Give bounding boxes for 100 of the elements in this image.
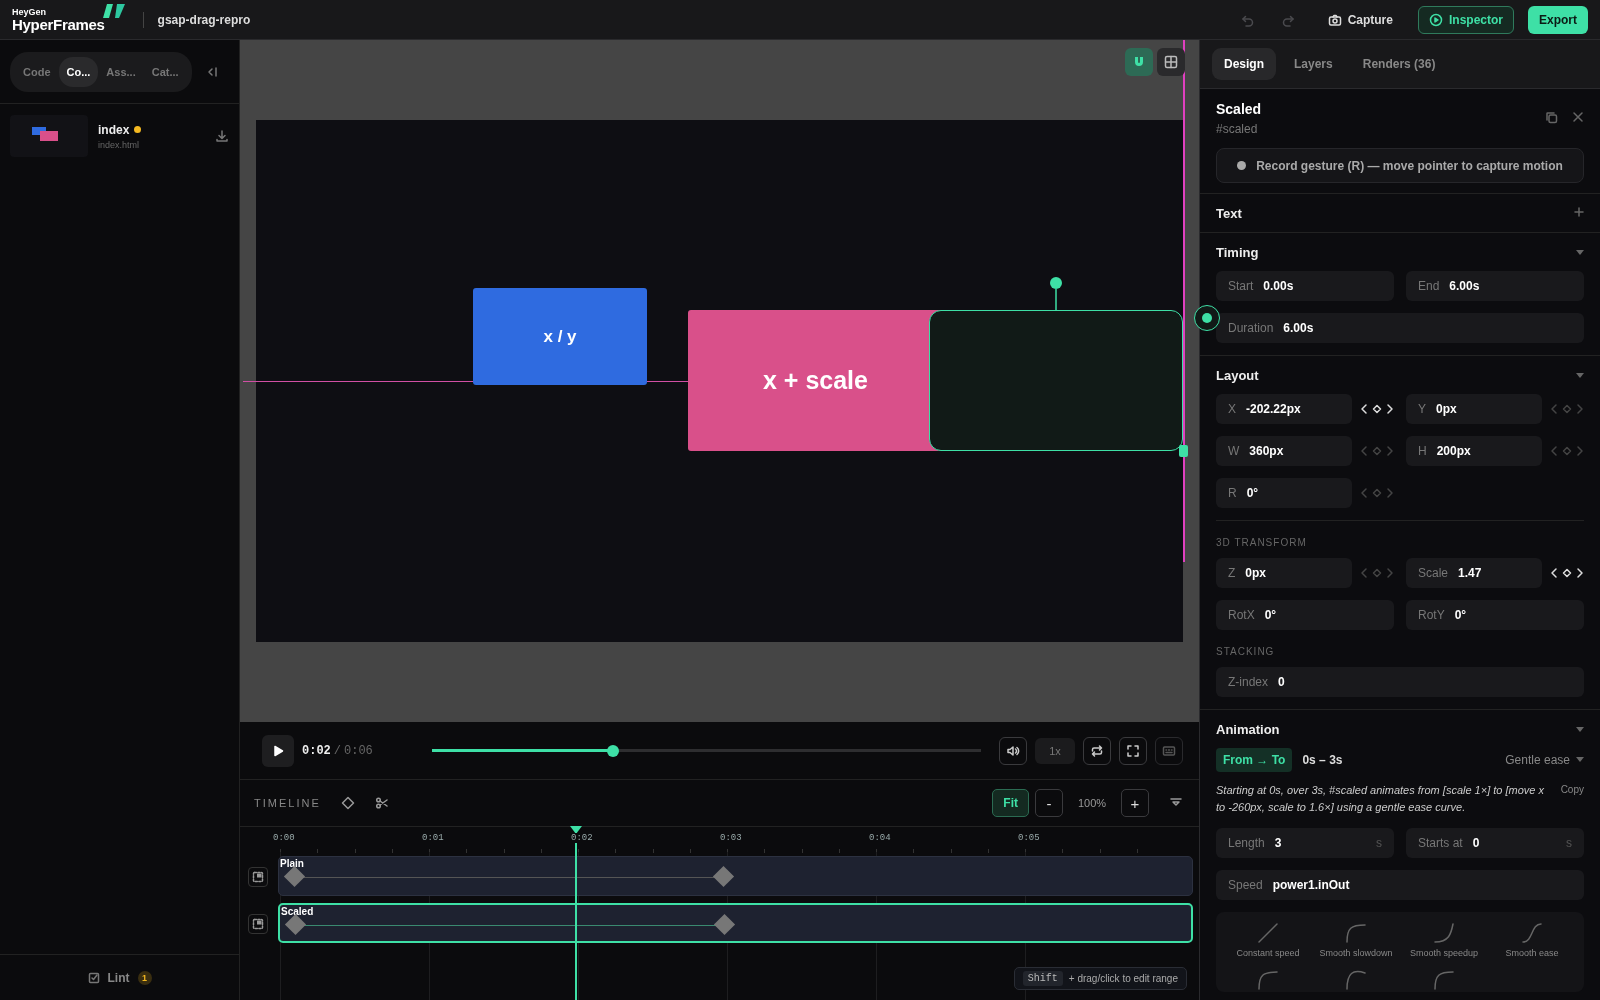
preset-label[interactable]: Smooth slowdown [1319, 948, 1393, 958]
lint-button[interactable]: Lint 1 [0, 954, 239, 1000]
time-range: 0s – 3s [1302, 753, 1343, 767]
brand-name: HyperFrames [12, 16, 105, 32]
chevron-right-icon [1386, 445, 1394, 457]
resize-handle[interactable] [1179, 445, 1188, 457]
field-value: 6.00s [1449, 279, 1480, 293]
duplicate-icon[interactable] [1545, 111, 1558, 124]
ease-dropdown[interactable]: Gentle ease [1505, 753, 1584, 767]
play-icon [272, 744, 284, 757]
field-value: 0° [1454, 608, 1467, 622]
diamond-icon [1372, 445, 1382, 457]
zoom-level: 100% [1076, 797, 1108, 809]
download-icon[interactable] [215, 129, 229, 143]
inspector-button[interactable]: Inspector [1417, 5, 1514, 34]
element-selector: #scaled [1216, 122, 1259, 136]
grid-toggle[interactable] [1157, 48, 1185, 76]
record-gesture-button[interactable]: Record gesture (R) — move pointer to capture motion [1216, 148, 1584, 183]
property-field[interactable]: Y 0px [1406, 394, 1542, 424]
grid-icon [1164, 55, 1178, 69]
inspector-tab[interactable]: Layers [1282, 48, 1345, 80]
property-field[interactable]: X -202.22px [1216, 394, 1352, 424]
keyframe-controls[interactable] [1550, 567, 1584, 579]
property-field[interactable]: Scale 1.47 [1406, 558, 1542, 588]
file-path: index.html [98, 139, 141, 150]
field-value: 0.00s [1263, 279, 1294, 293]
preset-label[interactable]: Constant speed [1236, 948, 1300, 958]
close-icon[interactable] [1572, 111, 1584, 123]
fullscreen-button[interactable] [1119, 736, 1147, 765]
property-field[interactable]: Speed power1.inOut [1216, 870, 1584, 900]
count-badge: 1 [137, 970, 152, 985]
file-name[interactable]: index [98, 122, 130, 137]
zoom-in-button[interactable]: + [1121, 789, 1149, 817]
snap-toggle[interactable] [1125, 48, 1153, 76]
timeline-clip[interactable]: Scaled [278, 903, 1193, 943]
field-value: 360px [1249, 444, 1284, 458]
preset-label[interactable]: Smooth ease [1505, 948, 1559, 958]
zoom-out-button[interactable]: - [1035, 789, 1063, 817]
field-value: 0px [1245, 566, 1267, 580]
property-field[interactable]: End 6.00s [1406, 271, 1584, 301]
time-tick: 0:04 [868, 833, 892, 843]
diamond-icon[interactable] [340, 796, 355, 810]
project-name: gsap-drag-repro [157, 12, 251, 27]
scissors-icon[interactable] [374, 796, 389, 810]
property-field[interactable]: RotX 0° [1216, 600, 1394, 630]
brand-subtitle: HeyGen [12, 7, 47, 17]
property-field[interactable]: R 0° [1216, 478, 1352, 508]
play-button[interactable] [262, 734, 294, 767]
field-value: power1.inOut [1272, 878, 1350, 892]
property-field[interactable]: W 360px [1216, 436, 1352, 466]
inspector-tab[interactable]: Renders (36) [1350, 48, 1448, 80]
sidebar-tab[interactable]: Co... [58, 56, 99, 87]
canvas-box[interactable]: x / y [473, 288, 647, 385]
property-field[interactable]: Z 0px [1216, 558, 1352, 588]
volume-button[interactable] [999, 736, 1027, 765]
property-field[interactable]: Duration 6.00s [1216, 313, 1584, 343]
field-label: Speed [1228, 878, 1263, 892]
loop-button[interactable] [1083, 736, 1111, 765]
keyframe-controls[interactable] [1360, 403, 1394, 415]
caret-down-icon[interactable] [1576, 250, 1584, 256]
property-field[interactable]: RotY 0° [1406, 600, 1584, 630]
field-label: Starts at [1418, 836, 1463, 850]
group-heading: STACKING [1216, 646, 1276, 657]
caret-down-icon[interactable] [1576, 373, 1584, 379]
checkbox-icon [87, 971, 100, 984]
inspector-tab[interactable]: Design [1212, 48, 1276, 80]
field-label: Start [1228, 279, 1254, 293]
property-field[interactable]: Z-index 0 [1216, 667, 1584, 697]
field-value: 1.47 [1458, 566, 1482, 580]
field-value: 0° [1246, 486, 1259, 500]
selection-frame[interactable] [929, 310, 1183, 451]
property-field[interactable]: H 200px [1406, 436, 1542, 466]
capture-button[interactable]: Capture [1316, 5, 1404, 34]
ease-curve-icon [1431, 969, 1457, 991]
property-field[interactable]: Start 0.00s [1216, 271, 1394, 301]
export-button[interactable]: Export [1528, 5, 1588, 34]
speed-button[interactable]: 1x [1035, 737, 1075, 764]
caret-down-icon[interactable] [1576, 727, 1584, 733]
timeline-clip[interactable]: Plain [278, 856, 1193, 896]
section-title: Timing [1216, 244, 1259, 260]
layer-icon[interactable] [248, 867, 268, 887]
captions-button[interactable] [1155, 736, 1183, 765]
layer-icon[interactable] [248, 914, 268, 934]
plus-icon[interactable] [1574, 207, 1584, 217]
keyboard-icon [1162, 743, 1176, 758]
field-label: Length [1228, 836, 1265, 850]
copy-link[interactable]: Copy [1560, 784, 1584, 795]
animation-description: Starting at 0s, over 3s, #scaled animates from [scale 1×] to [move x to -260px, scale to 1.6×] using a gentle ease curve. [1216, 783, 1545, 815]
fit-button[interactable]: Fit [992, 789, 1029, 817]
field-value: -202.22px [1246, 402, 1301, 416]
sidebar-tab[interactable]: Ass... [98, 56, 144, 87]
sidebar-tab[interactable]: Code [15, 56, 59, 87]
field-value: 0 [1278, 675, 1285, 689]
field-value: 0px [1436, 402, 1457, 416]
progress-thumb[interactable] [607, 744, 620, 757]
preset-label[interactable]: Smooth speedup [1409, 948, 1479, 958]
rotate-handle[interactable] [1048, 275, 1064, 311]
diamond-icon [1562, 445, 1572, 457]
sidebar-tab[interactable]: Cat... [143, 56, 187, 87]
collapse-icon[interactable] [205, 65, 218, 78]
